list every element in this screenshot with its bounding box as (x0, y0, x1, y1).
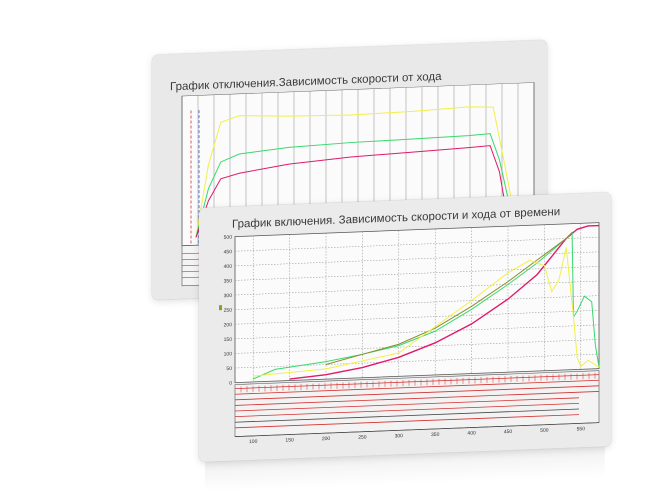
x-tick-label: 200 (322, 436, 331, 442)
y-tick-label: 300 (224, 293, 233, 299)
y-tick-label: 450 (224, 249, 233, 255)
x-tick-label: 450 (504, 429, 513, 435)
y-tick-label: 0 (229, 381, 232, 387)
y-tick-label: 100 (224, 351, 233, 357)
x-tick-label: 300 (395, 433, 404, 439)
y-tick-label: 250 (224, 308, 233, 314)
y-tick-label: 50 (226, 366, 232, 372)
y-tick-label: 500 (224, 235, 233, 241)
left-marker (219, 305, 222, 311)
y-tick-label: 350 (224, 278, 233, 284)
x-tick-label: 100 (249, 439, 258, 445)
y-tick-label: 400 (224, 264, 233, 270)
x-tick-label: 550 (577, 426, 586, 432)
x-tick-label: 350 (431, 432, 440, 438)
x-tick-label: 500 (540, 428, 549, 434)
x-tick-label: 400 (467, 430, 476, 436)
y-tick-label: 150 (224, 337, 233, 343)
y-tick-label: 200 (224, 322, 233, 328)
x-tick-label: 250 (358, 435, 367, 441)
startup-chart: 500450400350300250200150100500100 150 200 2… (219, 222, 600, 445)
chart-card-startup: График включения. Зависимость скорости и… (199, 192, 611, 463)
x-tick-label: 150 (285, 437, 294, 443)
